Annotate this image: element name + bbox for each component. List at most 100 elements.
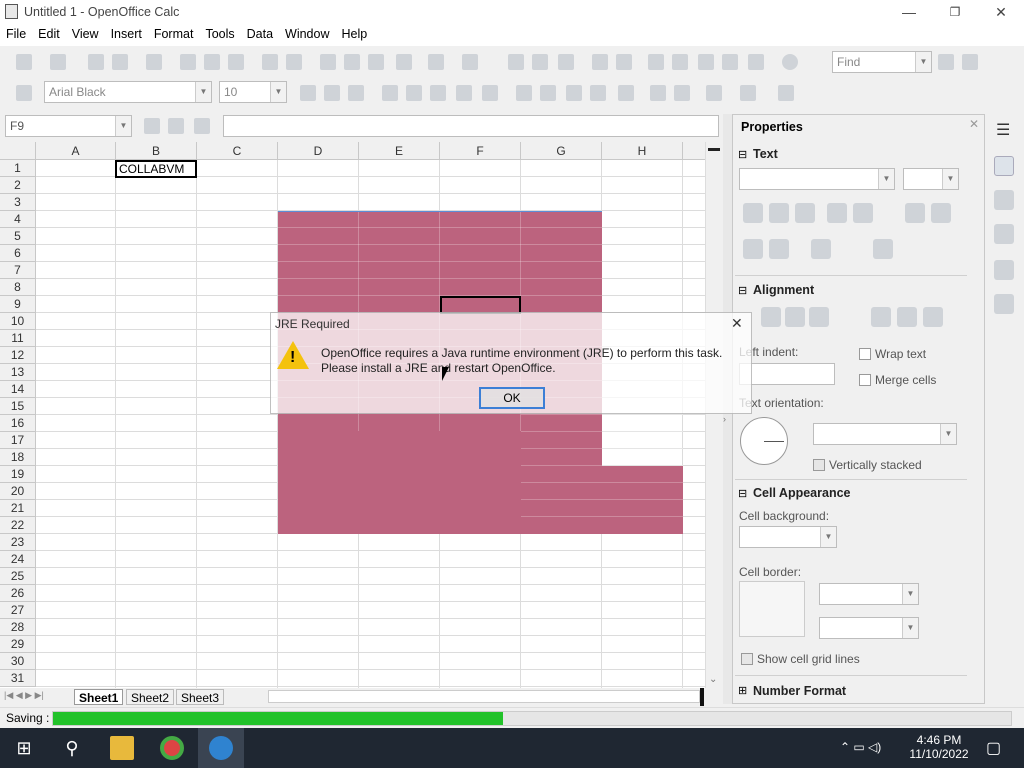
styles-tab-icon[interactable]: [994, 190, 1014, 210]
first-sheet-icon[interactable]: |◀ ◀ ▶ ▶|: [4, 690, 44, 701]
chevron-down-icon[interactable]: ▼: [915, 52, 931, 72]
sum-icon[interactable]: [168, 118, 184, 134]
sheet-tab-3[interactable]: Sheet3: [176, 689, 225, 705]
superscript-icon[interactable]: [743, 239, 763, 259]
font-size-box[interactable]: 10 ▼: [219, 81, 287, 103]
chevron-down-icon[interactable]: ▼: [902, 618, 918, 638]
bold-icon[interactable]: [300, 85, 316, 101]
styles-icon[interactable]: [16, 85, 32, 101]
row-header-2[interactable]: 2: [0, 177, 36, 194]
chart-icon[interactable]: [592, 54, 608, 70]
horizontal-scrollbar[interactable]: [268, 690, 700, 703]
font-color-icon[interactable]: [778, 85, 794, 101]
row-header-4[interactable]: 4: [0, 211, 36, 228]
close-dialog-icon[interactable]: ✕: [731, 315, 743, 332]
row-header-3[interactable]: 3: [0, 194, 36, 211]
column-header-e[interactable]: E: [359, 142, 440, 160]
line-color-picker[interactable]: ▼: [819, 617, 919, 639]
justify-icon[interactable]: [456, 85, 472, 101]
align-center-icon[interactable]: [785, 307, 805, 327]
row-header-30[interactable]: 30: [0, 653, 36, 670]
help-icon[interactable]: [782, 54, 798, 70]
strikethrough-icon[interactable]: [827, 203, 847, 223]
column-header-a[interactable]: A: [36, 142, 116, 160]
windows-start-icon[interactable]: ⊞: [12, 736, 36, 760]
italic-icon[interactable]: [324, 85, 340, 101]
copy-icon[interactable]: [344, 54, 360, 70]
row-header-24[interactable]: 24: [0, 551, 36, 568]
menu-view[interactable]: View: [66, 24, 105, 41]
clone-formatting-icon[interactable]: [396, 54, 412, 70]
row-header-11[interactable]: 11: [0, 330, 36, 347]
menu-edit[interactable]: Edit: [32, 24, 66, 41]
menu-help[interactable]: Help: [336, 24, 374, 41]
sidebar-menu-icon[interactable]: ☰: [996, 120, 1010, 140]
hyperlink-icon[interactable]: [508, 54, 524, 70]
gallery-icon[interactable]: [698, 54, 714, 70]
menu-format[interactable]: Format: [148, 24, 200, 41]
row-header-27[interactable]: 27: [0, 602, 36, 619]
row-header-10[interactable]: 10: [0, 313, 36, 330]
navigator-icon[interactable]: [672, 54, 688, 70]
openoffice-taskbar-button[interactable]: [198, 728, 244, 768]
scroll-down-icon[interactable]: ⌄: [709, 674, 717, 685]
show-grid-checkbox[interactable]: [741, 653, 753, 665]
currency-icon[interactable]: [516, 85, 532, 101]
find-previous-icon[interactable]: [962, 54, 978, 70]
select-all-corner[interactable]: [0, 142, 36, 160]
save-icon[interactable]: [88, 54, 104, 70]
font-name-box[interactable]: Arial Black ▼: [44, 81, 212, 103]
menu-window[interactable]: Window: [279, 24, 335, 41]
row-header-18[interactable]: 18: [0, 449, 36, 466]
chevron-down-icon[interactable]: ▼: [942, 169, 958, 189]
row-header-7[interactable]: 7: [0, 262, 36, 279]
name-box[interactable]: F9 ▼: [5, 115, 132, 137]
add-decimal-icon[interactable]: [566, 85, 582, 101]
row-header-12[interactable]: 12: [0, 347, 36, 364]
column-header-b[interactable]: B: [116, 142, 197, 160]
maximize-button[interactable]: ❐: [932, 0, 978, 24]
chevron-down-icon[interactable]: ▼: [820, 527, 836, 547]
row-header-14[interactable]: 14: [0, 381, 36, 398]
row-header-21[interactable]: 21: [0, 500, 36, 517]
cell-b1[interactable]: COLLABVM: [115, 160, 197, 178]
character-spacing-icon[interactable]: [811, 239, 831, 259]
column-header-f[interactable]: F: [440, 142, 521, 160]
row-header-23[interactable]: 23: [0, 534, 36, 551]
chevron-down-icon[interactable]: ▼: [940, 424, 956, 444]
shadow-icon[interactable]: [853, 203, 873, 223]
decrease-font-icon[interactable]: [931, 203, 951, 223]
row-header-28[interactable]: 28: [0, 619, 36, 636]
clock-time[interactable]: 4:46 PM: [906, 733, 972, 747]
font-color-icon[interactable]: [873, 239, 893, 259]
clock-date[interactable]: 11/10/2022: [906, 747, 972, 761]
expand-number-format-icon[interactable]: ⊞: [738, 684, 747, 697]
sidebar-font-name[interactable]: ▼: [739, 168, 895, 190]
bold-icon[interactable]: [743, 203, 763, 223]
split-handle[interactable]: [708, 148, 720, 151]
sort-ascending-icon[interactable]: [532, 54, 548, 70]
export-pdf-icon[interactable]: [180, 54, 196, 70]
email-icon[interactable]: [112, 54, 128, 70]
collapse-text-icon[interactable]: ⊟: [738, 148, 747, 161]
chevron-down-icon[interactable]: ▼: [902, 584, 918, 604]
italic-icon[interactable]: [769, 203, 789, 223]
chrome-icon[interactable]: [160, 736, 184, 760]
notifications-icon[interactable]: ▢: [986, 738, 1001, 758]
align-right-icon[interactable]: [809, 307, 829, 327]
increase-indent-icon[interactable]: [674, 85, 690, 101]
chevron-down-icon[interactable]: ▼: [878, 169, 894, 189]
close-window-button[interactable]: ✕: [978, 0, 1024, 24]
merge-cells-checkbox[interactable]: [859, 374, 871, 386]
row-header-31[interactable]: 31: [0, 670, 36, 687]
text-section-header[interactable]: Text: [753, 147, 778, 161]
row-header-16[interactable]: 16: [0, 415, 36, 432]
percent-icon[interactable]: [540, 85, 556, 101]
vertical-scrollbar[interactable]: ⌄: [705, 142, 723, 688]
align-middle-icon[interactable]: [897, 307, 917, 327]
align-bottom-icon[interactable]: [923, 307, 943, 327]
align-left-icon[interactable]: [382, 85, 398, 101]
menu-insert[interactable]: Insert: [105, 24, 148, 41]
row-header-29[interactable]: 29: [0, 636, 36, 653]
close-sidebar-icon[interactable]: ✕: [969, 117, 979, 131]
